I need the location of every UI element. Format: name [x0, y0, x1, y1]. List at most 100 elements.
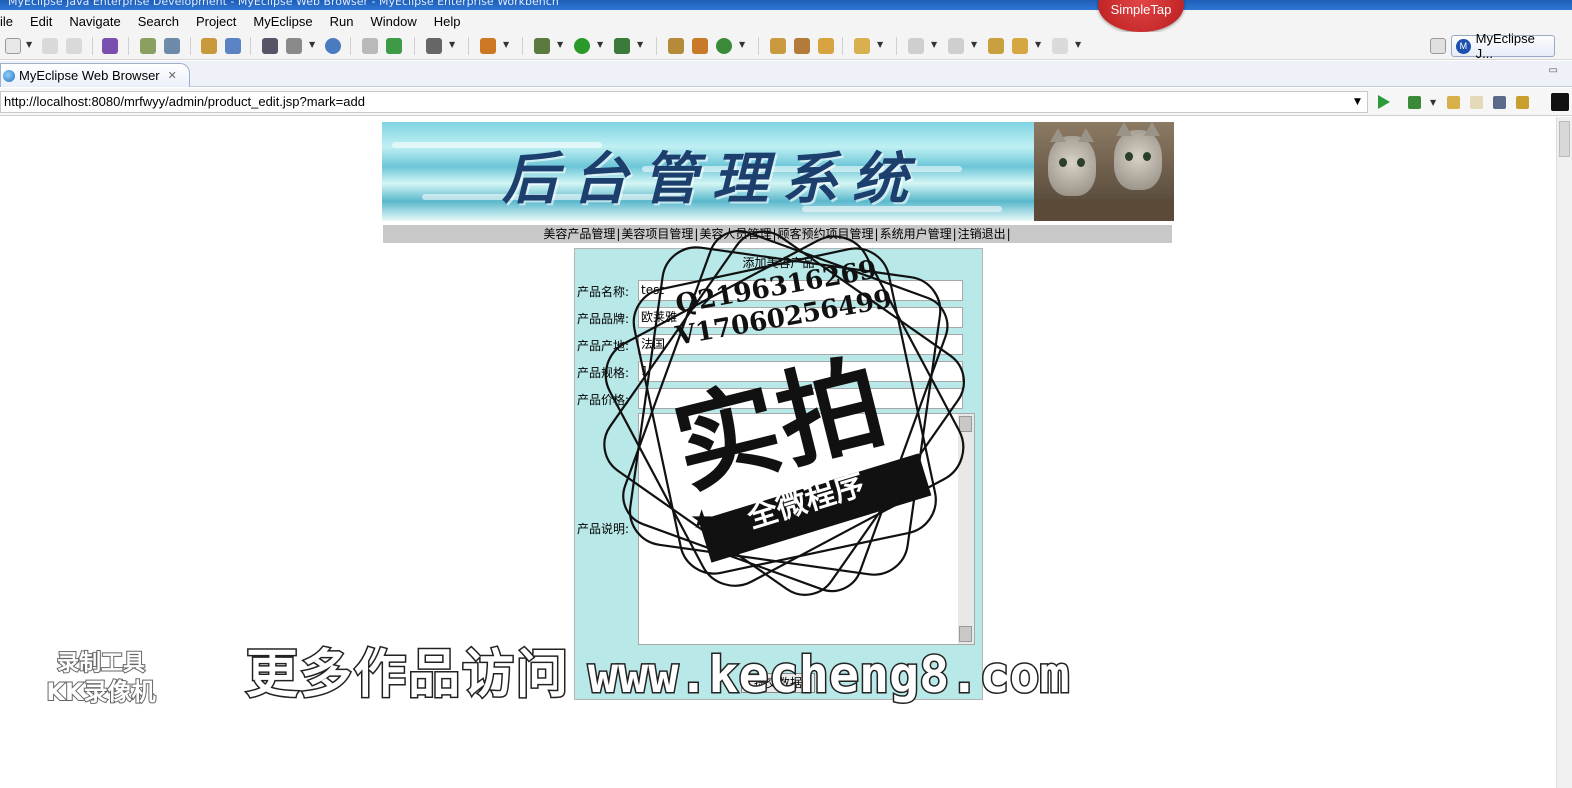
- camera-icon[interactable]: [426, 38, 442, 54]
- refresh-icon[interactable]: [716, 38, 732, 54]
- save-icon[interactable]: [42, 38, 58, 54]
- toolbar-separator: [896, 37, 897, 55]
- menu-run[interactable]: Run: [330, 14, 363, 29]
- stop-icon[interactable]: [1493, 96, 1506, 109]
- cat-right-image: [1114, 122, 1162, 190]
- run-dropdown-icon[interactable]: ▼: [597, 40, 603, 49]
- menu-navigate[interactable]: Navigate: [69, 14, 129, 29]
- back-icon[interactable]: [1012, 38, 1028, 54]
- debug-dropdown-icon[interactable]: ▼: [557, 40, 563, 49]
- toolbar-separator: [92, 37, 93, 55]
- page-dropdown-icon[interactable]: ▼: [309, 40, 315, 49]
- browser-refresh-icon[interactable]: [1516, 96, 1529, 109]
- new-icon[interactable]: [5, 38, 21, 54]
- menu-help[interactable]: Help: [434, 14, 470, 29]
- toolbar-separator: [190, 37, 191, 55]
- browser-address-bar: http://localhost:8080/mrfwyy/admin/produ…: [0, 88, 1572, 116]
- cat-ear: [1050, 128, 1066, 142]
- bookmark-dropdown-icon[interactable]: ▼: [1430, 98, 1436, 107]
- tab-web-browser[interactable]: MyEclipse Web Browser ✕: [0, 63, 190, 87]
- cat-ear: [1078, 128, 1094, 142]
- menu-bar: ile Edit Navigate Search Project MyEclip…: [0, 10, 1572, 32]
- menu-edit[interactable]: Edit: [30, 14, 61, 29]
- site-banner: 后台管理系统: [382, 122, 1174, 221]
- server-icon[interactable]: [164, 38, 180, 54]
- globe-icon: [3, 69, 15, 82]
- menu-project[interactable]: Project: [196, 14, 245, 29]
- go-icon[interactable]: [1378, 95, 1390, 109]
- toolbar-separator: [656, 37, 657, 55]
- browser-extra-icon[interactable]: [1551, 93, 1569, 111]
- globe-icon[interactable]: [325, 38, 341, 54]
- page-scroll-thumb[interactable]: [1559, 121, 1570, 157]
- page-scrollbar[interactable]: [1556, 117, 1572, 788]
- run-icon[interactable]: [574, 38, 590, 54]
- deploy-icon[interactable]: [201, 38, 217, 54]
- forward-icon[interactable]: [1052, 38, 1068, 54]
- cat-ear: [1144, 122, 1160, 136]
- open-perspective-icon[interactable]: [1430, 38, 1446, 54]
- tab-label: MyEclipse Web Browser: [19, 68, 160, 83]
- bug-icon[interactable]: [140, 38, 156, 54]
- prev-annotation-dropdown-icon[interactable]: ▼: [971, 40, 977, 49]
- recorder-logo-line2: KK录像机: [45, 677, 156, 707]
- menu-myeclipse[interactable]: MyEclipse: [253, 14, 321, 29]
- next-annotation-dropdown-icon[interactable]: ▼: [931, 40, 937, 49]
- package-icon[interactable]: [102, 38, 118, 54]
- page-icon[interactable]: [286, 38, 302, 54]
- promo-watermark-cn: 更多作品访问: [244, 643, 571, 707]
- toolbar-separator: [250, 37, 251, 55]
- debug-icon[interactable]: [534, 38, 550, 54]
- window-title: MyEclipse Java Enterprise Development - …: [0, 0, 1572, 10]
- print-icon[interactable]: [66, 38, 82, 54]
- menu-window[interactable]: Window: [371, 14, 426, 29]
- pen-icon[interactable]: [794, 38, 810, 54]
- banner-title: 后台管理系统: [502, 146, 922, 212]
- open-folder-icon[interactable]: [362, 38, 378, 54]
- bookmark-icon[interactable]: [1408, 96, 1421, 109]
- new-dropdown-icon[interactable]: ▼: [26, 40, 32, 49]
- minimize-icon[interactable]: ▭: [1549, 65, 1558, 76]
- camera-dropdown-icon[interactable]: ▼: [449, 40, 455, 49]
- url-history-dropdown-icon[interactable]: ▼: [1354, 97, 1361, 107]
- wizard-icon[interactable]: [262, 38, 278, 54]
- external-tools-icon[interactable]: [614, 38, 630, 54]
- browser-back-icon[interactable]: [1447, 96, 1460, 109]
- cat-left-image: [1048, 128, 1096, 196]
- cat-eye: [1143, 152, 1151, 161]
- external-tools-dropdown-icon[interactable]: ▼: [637, 40, 643, 49]
- perspective-button[interactable]: M MyEclipse J...: [1451, 31, 1555, 61]
- menu-search[interactable]: Search: [138, 14, 188, 29]
- folder-icon[interactable]: [818, 38, 834, 54]
- new-class-dropdown-icon[interactable]: ▼: [503, 40, 509, 49]
- recorder-logo-line1: 录制工具: [56, 650, 146, 677]
- toolbar-separator: [468, 37, 469, 55]
- cat-board: [1034, 199, 1174, 221]
- next-annotation-icon[interactable]: [908, 38, 924, 54]
- hierarchy-icon[interactable]: [692, 38, 708, 54]
- back-dropdown-icon[interactable]: ▼: [1035, 40, 1041, 49]
- star-icon: ★: [898, 452, 922, 482]
- cat-eye: [1059, 158, 1067, 167]
- forward-dropdown-icon[interactable]: ▼: [1075, 40, 1081, 49]
- toolbar-separator: [758, 37, 759, 55]
- toolbar-separator: [522, 37, 523, 55]
- perspective-label: MyEclipse J...: [1475, 31, 1535, 61]
- menu-file[interactable]: ile: [0, 14, 22, 29]
- open-type-icon[interactable]: [668, 38, 684, 54]
- prev-annotation-icon[interactable]: [948, 38, 964, 54]
- last-edit-icon[interactable]: [988, 38, 1004, 54]
- nav-separator: |: [1006, 227, 1011, 241]
- refresh-dropdown-icon[interactable]: ▼: [739, 40, 745, 49]
- browser-forward-icon[interactable]: [1470, 96, 1483, 109]
- add-icon[interactable]: [386, 38, 402, 54]
- search-folder-icon[interactable]: [854, 38, 870, 54]
- new-class-icon[interactable]: [480, 38, 496, 54]
- redeploy-icon[interactable]: [225, 38, 241, 54]
- close-icon[interactable]: ✕: [168, 69, 177, 82]
- search-folder-dropdown-icon[interactable]: ▼: [877, 40, 883, 49]
- url-input[interactable]: http://localhost:8080/mrfwyy/admin/produ…: [0, 91, 1368, 113]
- promo-watermark-url: www.kecheng8.com: [587, 645, 1072, 706]
- open-project-icon[interactable]: [770, 38, 786, 54]
- toolbar-separator: [128, 37, 129, 55]
